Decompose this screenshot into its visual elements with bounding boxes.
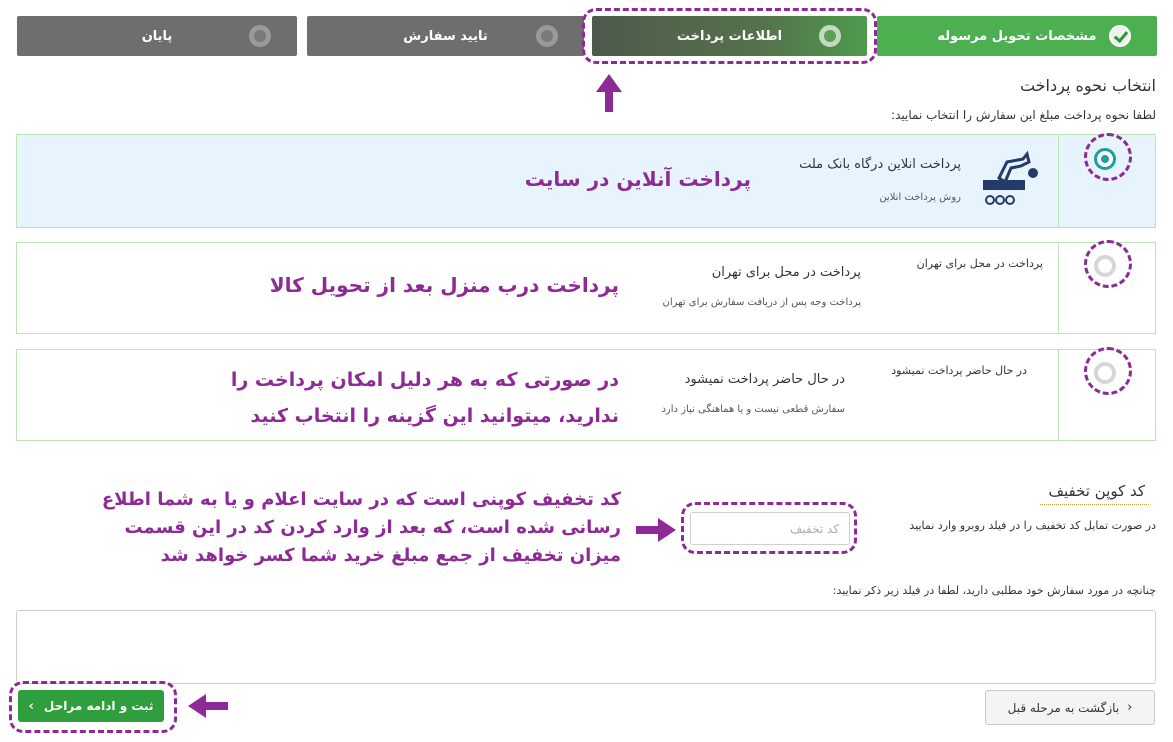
annotation-later: در صورتی که به هر دلیل امکان پرداخت را ن… [199,362,619,434]
option-title: پرداخت انلاین درگاه بانک ملت [799,157,961,172]
annotation-cod: پرداخت درب منزل بعد از تحویل کالا [269,273,619,297]
option-desc: پرداخت وجه پس از دریافت سفارش برای تهران [662,297,861,308]
step-circle-icon [536,25,558,47]
section-subtitle: لطفا نحوه پرداخت مبلغ این سفارش را انتخا… [891,108,1156,122]
step-circle-icon [249,25,271,47]
chevron-left-icon: ‹ [1127,700,1133,715]
annotation-coupon: کد تخفیف کوپنی است که در سایت اعلام و یا… [101,486,621,570]
payment-option-online[interactable]: پرداخت انلاین درگاه بانک ملت روش پرداخت … [16,134,1156,228]
annotation-line: در صورتی که به هر دلیل امکان پرداخت را [230,369,619,391]
highlight-radio-online [1084,133,1132,181]
check-icon [1109,25,1131,47]
annotation-line: میزان تخفیف از جمع مبلغ خرید شما کسر خوا… [160,545,621,566]
highlight-active-step [582,8,877,64]
step-label: تایید سفارش [403,28,488,44]
option-heading: پرداخت در محل برای تهران [916,257,1043,270]
coupon-instruction: در صورت تمایل کد تخفیف را در فیلد روبرو … [909,519,1156,532]
annotation-line: ندارید، میتوانید این گزینه را انتخاب کنی… [250,405,619,427]
section-title: انتخاب نحوه پرداخت [1019,76,1156,95]
back-previous-step-button[interactable]: ‹ بازگشت به مرحله قبل [985,690,1155,725]
step-delivery-details[interactable]: مشخصات تحویل مرسوله [877,16,1157,56]
option-title: در حال حاضر پرداخت نمیشود [684,372,845,387]
option-title: پرداخت در محل برای تهران [711,265,861,280]
arrow-right-icon [636,518,676,542]
highlight-coupon-input [681,502,857,554]
highlight-submit-button [9,681,177,733]
arrow-left-icon [188,694,228,718]
arrow-up-icon [596,74,622,112]
coupon-title: کد کوپن تخفیف [1040,482,1149,505]
payment-option-later[interactable]: در حال حاضر پرداخت نمیشود در حال حاضر پر… [16,349,1156,441]
option-desc: سفارش قطعی نیست و یا هماهنگی نیاز دارد [661,404,845,415]
step-finish[interactable]: پایان [17,16,297,56]
annotation-online: پرداخت آنلاین در سایت [524,167,751,191]
notes-label: چنانچه در مورد سفارش خود مطلبی دارید، لط… [832,584,1156,597]
notes-textarea[interactable] [16,610,1156,684]
button-label: بازگشت به مرحله قبل [1007,700,1120,715]
payment-option-cod-tehran[interactable]: پرداخت در محل برای تهران پرداخت در محل ب… [16,242,1156,334]
step-label: مشخصات تحویل مرسوله [937,28,1097,44]
bank-mellat-logo-icon [983,150,1038,205]
step-order-confirm[interactable]: تایید سفارش [307,16,584,56]
option-desc: روش پرداخت انلاین [879,192,961,203]
step-label: پایان [141,28,173,44]
option-heading: در حال حاضر پرداخت نمیشود [891,364,1027,377]
highlight-radio-cod [1084,240,1132,288]
highlight-radio-later [1084,347,1132,395]
annotation-line: کد تخفیف کوپنی است که در سایت اعلام و یا… [101,489,621,510]
annotation-line: رسانی شده است، که بعد از وارد کردن کد در… [124,517,622,538]
